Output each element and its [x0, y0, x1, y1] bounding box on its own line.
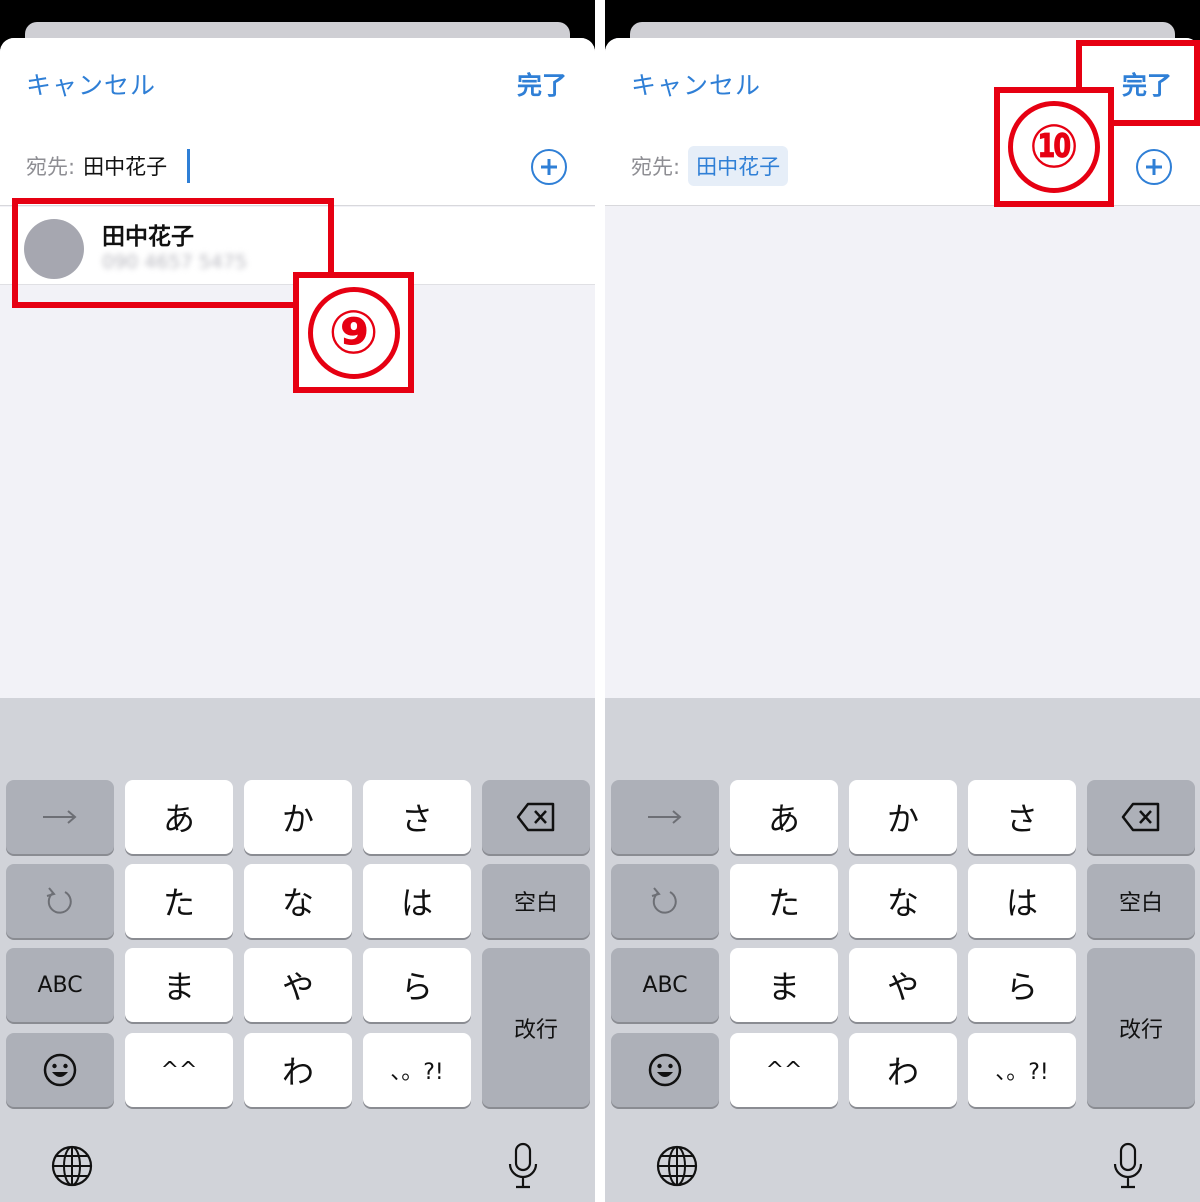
- key-abc[interactable]: ABC: [6, 948, 114, 1022]
- key-kaomoji[interactable]: ^^: [125, 1033, 233, 1107]
- compose-sheet: キャンセル 完了 宛先: 田中花子 あ か さ た な は 空白 ABC ま や…: [605, 38, 1200, 1202]
- globe-icon[interactable]: [50, 1144, 94, 1188]
- key-ka[interactable]: か: [244, 780, 352, 854]
- recipient-chip[interactable]: 田中花子: [688, 146, 789, 186]
- recipient-input[interactable]: 田中花子: [83, 151, 167, 181]
- key-ra[interactable]: ら: [968, 948, 1076, 1022]
- key-na[interactable]: な: [244, 864, 352, 938]
- step-number: ⑨: [307, 286, 400, 379]
- undo-icon: [651, 887, 677, 914]
- delete-icon: [516, 802, 555, 832]
- key-ha[interactable]: は: [363, 864, 471, 938]
- key-ma[interactable]: ま: [125, 948, 233, 1022]
- key-ha[interactable]: は: [968, 864, 1076, 938]
- key-undo[interactable]: [611, 864, 719, 938]
- globe-icon[interactable]: [655, 1144, 699, 1188]
- add-contact-icon[interactable]: [1136, 149, 1172, 185]
- key-ka[interactable]: か: [849, 780, 957, 854]
- arrow-right-icon: [43, 810, 77, 824]
- key-sa[interactable]: さ: [968, 780, 1076, 854]
- key-abc[interactable]: ABC: [611, 948, 719, 1022]
- screen-left: キャンセル 完了 宛先: 田中花子 田中花子 090 4657 5475 あ か…: [0, 0, 595, 1202]
- key-emoji[interactable]: [611, 1033, 719, 1107]
- key-arrow[interactable]: [6, 780, 114, 854]
- cancel-button[interactable]: キャンセル: [631, 66, 761, 102]
- mic-icon[interactable]: [507, 1142, 539, 1190]
- nav-bar: キャンセル 完了 宛先: 田中花子: [0, 38, 595, 206]
- key-punctuation[interactable]: 、。?!: [363, 1033, 471, 1107]
- panel-divider: [595, 0, 605, 1202]
- key-undo[interactable]: [6, 864, 114, 938]
- key-ya[interactable]: や: [244, 948, 352, 1022]
- key-ta[interactable]: た: [125, 864, 233, 938]
- emoji-icon: [43, 1053, 77, 1087]
- annotation-box-contact: [12, 198, 334, 308]
- key-ma[interactable]: ま: [730, 948, 838, 1022]
- key-punctuation[interactable]: 、。?!: [968, 1033, 1076, 1107]
- delete-icon: [1121, 802, 1160, 832]
- key-sa[interactable]: さ: [363, 780, 471, 854]
- key-wa[interactable]: わ: [244, 1033, 352, 1107]
- screen-right: キャンセル 完了 宛先: 田中花子 あ か さ た な は 空白 ABC ま や…: [605, 0, 1200, 1202]
- annotation-step-10: ⑩: [994, 87, 1114, 207]
- done-button[interactable]: 完了: [517, 66, 567, 102]
- key-ya[interactable]: や: [849, 948, 957, 1022]
- key-return[interactable]: 改行: [1087, 948, 1195, 1107]
- recipient-row[interactable]: 宛先: 田中花子: [631, 146, 789, 186]
- to-label: 宛先:: [631, 155, 681, 179]
- key-arrow[interactable]: [611, 780, 719, 854]
- key-na[interactable]: な: [849, 864, 957, 938]
- emoji-icon: [648, 1053, 682, 1087]
- undo-icon: [46, 887, 72, 914]
- keyboard: あ か さ た な は 空白 ABC ま や ら 改行 ^^ わ 、。?!: [0, 698, 595, 1202]
- key-space[interactable]: 空白: [1087, 864, 1195, 938]
- keyboard: あ か さ た な は 空白 ABC ま や ら 改行 ^^ わ 、。?!: [605, 698, 1200, 1202]
- key-delete[interactable]: [1087, 780, 1195, 854]
- text-caret: [187, 149, 191, 183]
- key-emoji[interactable]: [6, 1033, 114, 1107]
- key-space[interactable]: 空白: [482, 864, 590, 938]
- key-a[interactable]: あ: [730, 780, 838, 854]
- key-ta[interactable]: た: [730, 864, 838, 938]
- key-delete[interactable]: [482, 780, 590, 854]
- arrow-right-icon: [648, 810, 682, 824]
- mic-icon[interactable]: [1112, 1142, 1144, 1190]
- annotation-step-9: ⑨: [293, 272, 414, 393]
- key-ra[interactable]: ら: [363, 948, 471, 1022]
- recipient-row[interactable]: 宛先: 田中花子: [26, 146, 191, 186]
- key-a[interactable]: あ: [125, 780, 233, 854]
- add-contact-icon[interactable]: [531, 149, 567, 185]
- to-label: 宛先:: [26, 155, 76, 179]
- key-return[interactable]: 改行: [482, 948, 590, 1107]
- cancel-button[interactable]: キャンセル: [26, 66, 156, 102]
- key-wa[interactable]: わ: [849, 1033, 957, 1107]
- step-number: ⑩: [1008, 101, 1100, 193]
- key-kaomoji[interactable]: ^^: [730, 1033, 838, 1107]
